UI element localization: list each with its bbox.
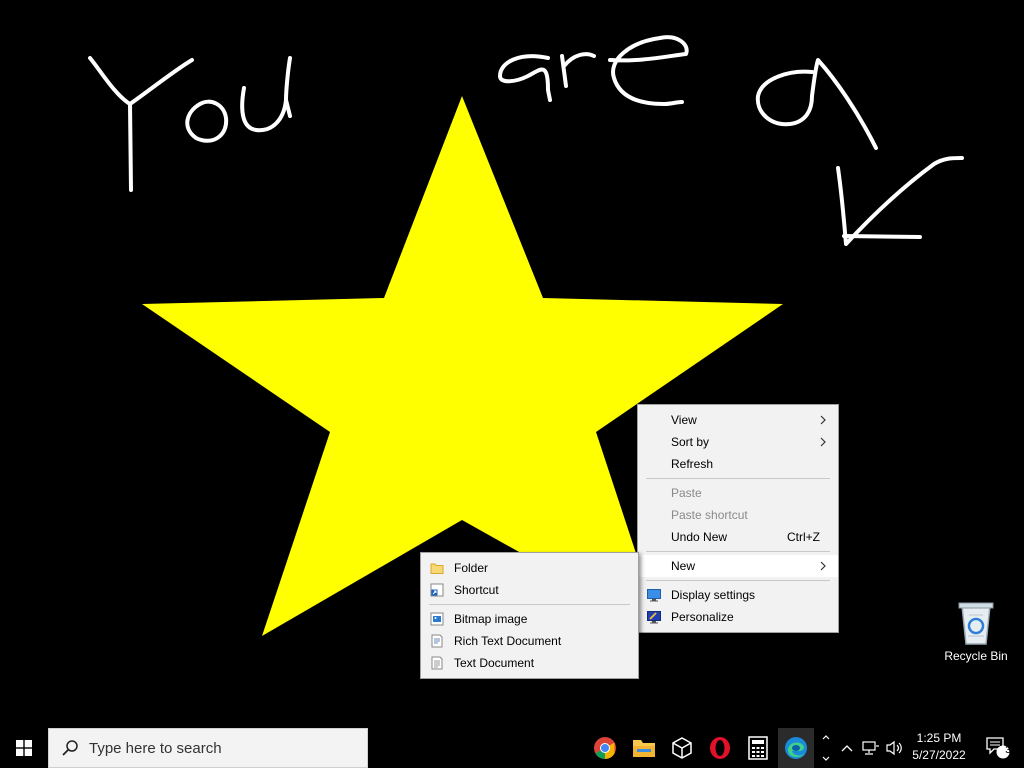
shortcut-icon (430, 583, 444, 597)
chevron-right-icon (820, 415, 826, 425)
file-explorer-icon (633, 740, 655, 757)
menu-separator (646, 551, 830, 552)
menu-item-personalize[interactable]: Personalize (638, 606, 838, 628)
submenu-item-folder[interactable]: Folder (421, 557, 638, 579)
taskbar-app-3d-viewer[interactable] (664, 728, 700, 768)
personalize-icon (647, 611, 661, 624)
edge-icon (785, 737, 807, 759)
new-label: New (671, 559, 696, 573)
menu-item-paste-shortcut: Paste shortcut (638, 504, 838, 526)
submenu-item-bitmap-image[interactable]: Bitmap image (421, 608, 638, 630)
shortcut-label: Shortcut (454, 583, 499, 597)
taskbar-app-opera[interactable] (702, 728, 738, 768)
show-hidden-icons-button[interactable] (838, 728, 856, 768)
submenu-item-rich-text-document[interactable]: Rich Text Document (421, 630, 638, 652)
undo-shortcut-text: Ctrl+Z (787, 530, 820, 544)
text-document-icon (431, 656, 443, 670)
personalize-label: Personalize (671, 610, 734, 624)
display-settings-icon (647, 589, 661, 602)
menu-separator (646, 478, 830, 479)
text-document-label: Text Document (454, 656, 535, 670)
start-button[interactable] (0, 728, 48, 768)
rich-text-icon (431, 634, 443, 648)
menu-item-sort-by[interactable]: Sort by (638, 431, 838, 453)
taskbar-app-file-explorer[interactable] (626, 728, 662, 768)
menu-item-new[interactable]: New (638, 555, 838, 577)
menu-item-display-settings[interactable]: Display settings (638, 584, 838, 606)
taskbar-overflow-scroll[interactable] (818, 728, 834, 768)
menu-item-undo-new[interactable]: Undo New Ctrl+Z (638, 526, 838, 548)
clock-time: 1:25 PM (916, 731, 962, 745)
sort-by-label: Sort by (671, 435, 710, 449)
chevron-up-icon (841, 745, 853, 752)
volume-button[interactable] (884, 728, 906, 768)
taskbar-app-chrome[interactable] (588, 728, 622, 768)
menu-item-paste: Paste (638, 482, 838, 504)
submenu-item-shortcut[interactable]: Shortcut (421, 579, 638, 601)
undo-new-label: Undo New (671, 530, 728, 544)
bitmap-icon (430, 612, 444, 626)
taskbar-app-edge[interactable] (778, 728, 814, 768)
menu-item-view[interactable]: View (638, 409, 838, 431)
action-center-button[interactable]: 3 (978, 728, 1018, 768)
opera-icon (710, 737, 730, 759)
3d-viewer-icon (672, 737, 692, 759)
desktop-context-menu: View Sort by Refresh Paste Paste shortcu… (637, 404, 839, 633)
search-placeholder: Type here to search (89, 740, 222, 757)
paste-shortcut-label: Paste shortcut (671, 508, 748, 522)
bitmap-image-label: Bitmap image (454, 612, 528, 626)
display-settings-label: Display settings (671, 588, 756, 602)
folder-label: Folder (454, 561, 489, 575)
folder-icon (430, 563, 444, 574)
paste-label: Paste (671, 486, 702, 500)
new-submenu: Folder Shortcut Bitmap image Rich Text D… (420, 552, 639, 679)
taskbar-search-box[interactable]: Type here to search (48, 728, 368, 768)
search-icon (62, 740, 78, 756)
menu-item-refresh[interactable]: Refresh (638, 453, 838, 475)
recycle-bin-desktop-icon[interactable]: Recycle Bin (940, 600, 1012, 663)
submenu-separator (429, 604, 630, 605)
network-icon (862, 741, 879, 755)
view-label: View (671, 413, 697, 427)
taskbar-clock[interactable]: 1:25 PM 5/27/2022 (904, 730, 974, 764)
rich-text-document-label: Rich Text Document (454, 634, 562, 648)
menu-separator (646, 580, 830, 581)
chrome-icon (594, 737, 616, 759)
calculator-icon (748, 736, 768, 760)
volume-icon (886, 740, 902, 756)
chevron-right-icon (820, 561, 826, 571)
refresh-label: Refresh (671, 457, 714, 471)
taskbar: Type here to search 1:25 PM 5/27/2022 3 (0, 728, 1024, 768)
chevron-right-icon (820, 437, 826, 447)
submenu-item-text-document[interactable]: Text Document (421, 652, 638, 674)
scroll-arrows-icon (822, 735, 830, 761)
recycle-bin-icon (958, 602, 994, 645)
notification-count-badge: 3 (1005, 745, 1011, 756)
clock-date: 5/27/2022 (912, 748, 966, 762)
windows-logo-icon (16, 740, 32, 756)
network-status-button[interactable] (860, 728, 882, 768)
recycle-bin-label: Recycle Bin (944, 649, 1008, 663)
taskbar-app-calculator[interactable] (740, 728, 776, 768)
